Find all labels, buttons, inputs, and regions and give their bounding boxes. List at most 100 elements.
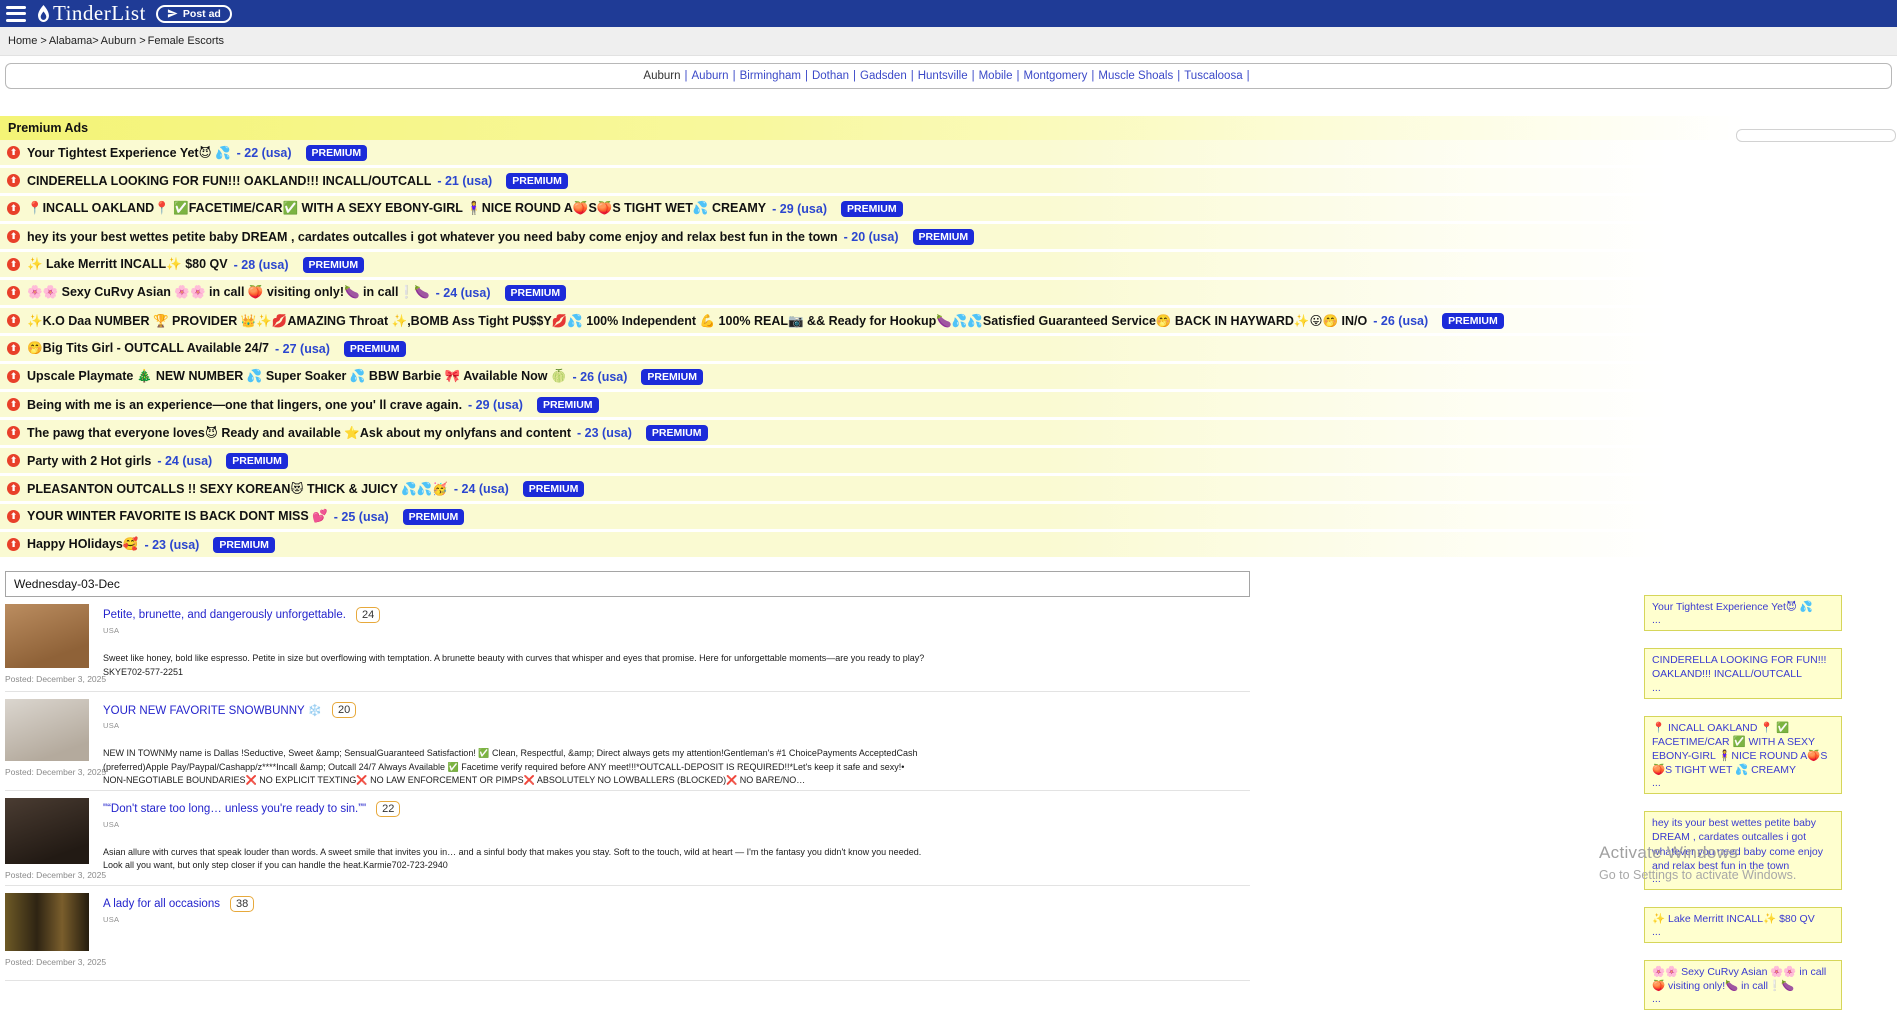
city-separator: | [805,70,808,82]
premium-ad-title[interactable]: Upscale Playmate 🎄 NEW NUMBER 💦 Super So… [27,369,567,384]
sidebar-ad-title[interactable]: ✨ Lake Merritt INCALL✨ $80 QV [1652,912,1834,926]
premium-ad-row[interactable]: ⬆ PLEASANTON OUTCALLS !! SEXY KOREAN😻 TH… [0,476,1897,501]
city-link[interactable]: Dothan [812,70,849,82]
up-arrow-icon: ⬆ [7,230,20,243]
premium-badge: PREMIUM [646,425,708,441]
premium-ad-title[interactable]: The pawg that everyone loves😈 Ready and … [27,425,571,441]
listing-contact: SKYE702-577-2251 [103,666,924,680]
age-badge: 24 [356,607,380,623]
premium-ad-row[interactable]: ⬆ Your Tightest Experience Yet😈 💦 - 22 (… [0,140,1897,165]
premium-ad-row[interactable]: ⬆ hey its your best wettes petite baby D… [0,224,1897,249]
sidebar-ad-title[interactable]: 🌸🌸 Sexy CuRvy Asian 🌸🌸 in call 🍑 visitin… [1652,965,1834,993]
city-nav-entry: Huntsville| [918,70,979,82]
premium-ad-row[interactable]: ⬆ ✨ Lake Merritt INCALL✨ $80 QV - 28 (us… [0,252,1897,277]
posted-date: Posted: December 3, 2025 [5,767,91,777]
sidebar-ad-card[interactable]: 🌸🌸 Sexy CuRvy Asian 🌸🌸 in call 🍑 visitin… [1644,960,1842,1010]
premium-badge: PREMIUM [1442,313,1504,329]
sidebar-ad-card[interactable]: 📍 INCALL OAKLAND 📍 ✅ FACETIME/CAR ✅ WITH… [1644,716,1842,795]
premium-ad-title[interactable]: CINDERELLA LOOKING FOR FUN!!! OAKLAND!!!… [27,174,431,188]
breadcrumb-item[interactable]: Female Escorts [148,35,224,47]
listing-title-link[interactable]: Petite, brunette, and dangerously unforg… [103,609,346,621]
listing-title-link[interactable]: YOUR NEW FAVORITE SNOWBUNNY ❄️ [103,703,322,717]
menu-icon[interactable] [6,6,26,22]
premium-ad-title[interactable]: 🤭Big Tits Girl - OUTCALL Available 24/7 [27,341,269,356]
premium-ad-row[interactable]: ⬆ ✨K.O Daa NUMBER 🏆 PROVIDER 👑✨💋AMAZING … [0,308,1897,333]
premium-ad-row[interactable]: ⬆ 🤭Big Tits Girl - OUTCALL Available 24/… [0,336,1897,361]
city-link[interactable]: Muscle Shoals [1098,70,1173,82]
up-arrow-icon: ⬆ [7,314,20,327]
date-header: Wednesday-03-Dec [5,571,1250,597]
sidebar-ad-title[interactable]: 📍 INCALL OAKLAND 📍 ✅ FACETIME/CAR ✅ WITH… [1652,721,1834,778]
listing-thumb-column: Posted: December 3, 2025 [5,893,91,978]
premium-ad-row[interactable]: ⬆ Happy HOlidays🥰 - 23 (usa) PREMIUM [0,532,1897,557]
breadcrumb-item[interactable]: Home > [8,35,47,47]
sidebar-ad-title[interactable]: hey its your best wettes petite baby DRE… [1652,816,1834,873]
city-nav-entry: Birmingham | [740,70,812,82]
premium-ad-row[interactable]: ⬆ Upscale Playmate 🎄 NEW NUMBER 💦 Super … [0,364,1897,389]
sidebar-ad-card[interactable]: hey its your best wettes petite baby DRE… [1644,811,1842,890]
city-link[interactable]: Birmingham [740,70,801,82]
premium-badge: PREMIUM [303,257,365,273]
up-arrow-icon: ⬆ [7,146,20,159]
breadcrumb-item[interactable]: Alabama> [49,35,99,47]
premium-ads-section: Premium Ads ⬆ Your Tightest Experience Y… [0,116,1897,557]
city-link[interactable]: Tuscaloosa [1184,70,1242,82]
premium-ad-row[interactable]: ⬆ Being with me is an experience—one tha… [0,392,1897,417]
premium-ad-title[interactable]: Your Tightest Experience Yet😈 💦 [27,145,231,161]
city-link[interactable]: Gadsden [860,70,907,82]
listing-photo[interactable] [5,893,89,951]
premium-ad-title[interactable]: Party with 2 Hot girls [27,454,151,468]
site-logo[interactable]: TinderList [36,1,146,26]
sidebar-ad-card[interactable]: Your Tightest Experience Yet😈 💦 ... [1644,595,1842,631]
listings-list: Posted: December 3, 2025 Petite, brunett… [5,597,1250,981]
sidebar-ad-title[interactable]: CINDERELLA LOOKING FOR FUN!!! OAKLAND!!!… [1652,653,1834,681]
listing-thumb-column: Posted: December 3, 2025 [5,604,91,689]
listing-body: A lady for all occasions 38 USA [103,893,254,978]
premium-ad-age: - 29 (usa) [468,398,523,412]
listing-photo[interactable] [5,604,89,668]
premium-ad-row[interactable]: ⬆ CINDERELLA LOOKING FOR FUN!!! OAKLAND!… [0,168,1897,193]
premium-ad-title[interactable]: ✨K.O Daa NUMBER 🏆 PROVIDER 👑✨💋AMAZING Th… [27,313,1367,329]
listing-body: "“Don't stare too long… unless you're re… [103,798,928,883]
sidebar-ad-more: ... [1652,873,1834,885]
premium-ad-title[interactable]: 🌸🌸 Sexy CuRvy Asian 🌸🌸 in call 🍑 visitin… [27,285,430,300]
listing-photo[interactable] [5,699,89,761]
premium-ad-row[interactable]: ⬆ Party with 2 Hot girls - 24 (usa) PREM… [0,448,1897,473]
premium-ad-title[interactable]: Happy HOlidays🥰 [27,537,138,552]
logo-text: TinderList [53,1,146,26]
up-arrow-icon: ⬆ [7,174,20,187]
up-arrow-icon: ⬆ [7,426,20,439]
premium-ad-title[interactable]: PLEASANTON OUTCALLS !! SEXY KOREAN😻 THIC… [27,481,448,497]
breadcrumb-item[interactable]: Auburn > [101,35,146,47]
up-arrow-icon: ⬆ [7,398,20,411]
listing-title-link[interactable]: A lady for all occasions [103,898,220,910]
premium-ad-age: - 29 (usa) [772,202,827,216]
premium-ad-title[interactable]: YOUR WINTER FAVORITE IS BACK DONT MISS 💕 [27,509,328,524]
city-link[interactable]: Auburn [643,70,680,82]
up-arrow-icon: ⬆ [7,370,20,383]
sidebar-ad-title[interactable]: Your Tightest Experience Yet😈 💦 [1652,600,1834,614]
sidebar-ad-card[interactable]: ✨ Lake Merritt INCALL✨ $80 QV ... [1644,907,1842,943]
sidebar-ad-card[interactable]: CINDERELLA LOOKING FOR FUN!!! OAKLAND!!!… [1644,648,1842,698]
premium-ad-title[interactable]: 📍INCALL OAKLAND📍 ✅FACETIME/CAR✅ WITH A S… [27,201,766,216]
premium-ad-title[interactable]: ✨ Lake Merritt INCALL✨ $80 QV [27,257,228,272]
post-ad-button[interactable]: Post ad [156,5,232,23]
premium-ad-row[interactable]: ⬆ The pawg that everyone loves😈 Ready an… [0,420,1897,445]
age-badge: 38 [230,896,254,912]
city-separator: | [1091,70,1094,82]
premium-ad-title[interactable]: hey its your best wettes petite baby DRE… [27,230,838,244]
listing-photo[interactable] [5,798,89,864]
premium-ad-age: - 27 (usa) [275,342,330,356]
city-link[interactable]: Auburn [692,70,729,82]
listing-body: Petite, brunette, and dangerously unforg… [103,604,924,689]
city-link[interactable]: Huntsville [918,70,968,82]
premium-ad-row[interactable]: ⬆ 📍INCALL OAKLAND📍 ✅FACETIME/CAR✅ WITH A… [0,196,1897,221]
listing-title-link[interactable]: "“Don't stare too long… unless you're re… [103,803,366,815]
premium-ad-row[interactable]: ⬆ 🌸🌸 Sexy CuRvy Asian 🌸🌸 in call 🍑 visit… [0,280,1897,305]
premium-ad-row[interactable]: ⬆ YOUR WINTER FAVORITE IS BACK DONT MISS… [0,504,1897,529]
city-link[interactable]: Mobile [979,70,1013,82]
premium-ad-title[interactable]: Being with me is an experience—one that … [27,398,462,412]
listing-title-line: YOUR NEW FAVORITE SNOWBUNNY ❄️ 20 [103,702,928,718]
premium-ad-age: - 24 (usa) [157,454,212,468]
city-link[interactable]: Montgomery [1023,70,1087,82]
